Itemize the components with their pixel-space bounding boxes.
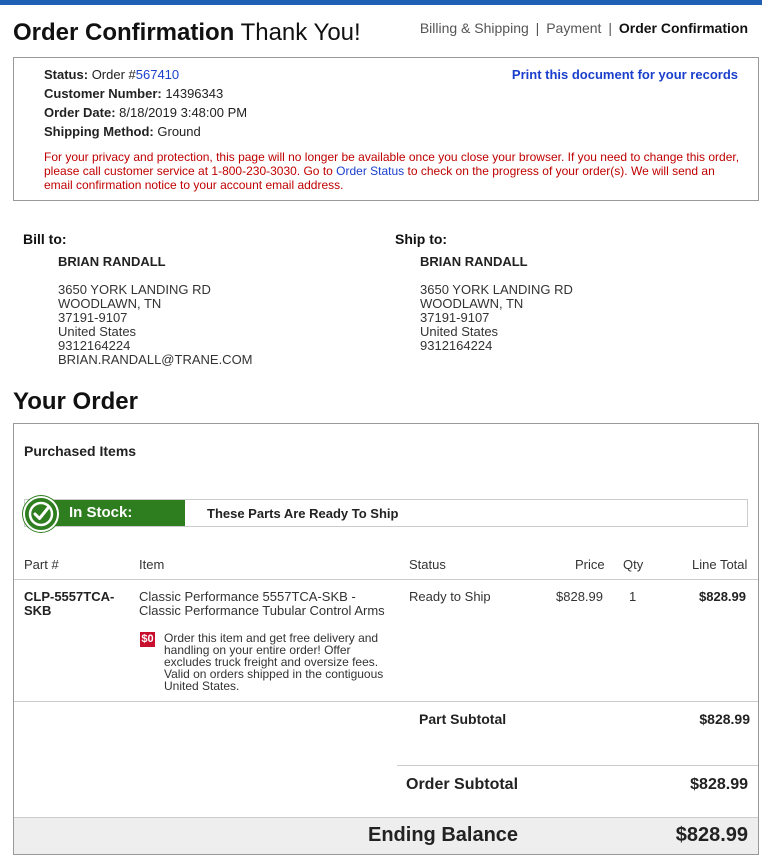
step-separator: | (535, 20, 540, 36)
ending-balance-row: Ending Balance $828.99 (14, 817, 758, 854)
in-stock-label-bg: In Stock: (45, 500, 185, 526)
ship-to-country: United States (420, 324, 499, 339)
col-item: Item (139, 557, 165, 572)
part-number[interactable]: CLP-5557TCA- SKB (24, 590, 114, 618)
item-description[interactable]: Classic Performance 5557TCA-SKB - Classi… (139, 590, 385, 618)
ship-to-phone: 9312164224 (420, 338, 493, 353)
stock-message: These Parts Are Ready To Ship (207, 506, 399, 521)
page-title: Order Confirmation Thank You! (13, 19, 361, 47)
customer-line: Customer Number: 14396343 (44, 86, 223, 101)
ship-to-street: 3650 YORK LANDING RD (420, 282, 573, 297)
page-title-thanks: Thank You! (240, 19, 361, 46)
ending-balance-value: $828.99 (675, 824, 748, 846)
ending-balance-label: Ending Balance (368, 824, 519, 846)
step-order-confirmation: Order Confirmation (618, 20, 748, 36)
part-subtotal-value: $828.99 (699, 711, 750, 727)
shipping-method: Ground (157, 124, 201, 139)
bill-to-zip: 37191-9107 (58, 310, 128, 325)
ship-to-name: BRIAN RANDALL (420, 254, 528, 269)
header-divider (14, 579, 758, 580)
order-prefix: Order # (91, 67, 136, 82)
date-line: Order Date: 8/18/2019 3:48:00 PM (44, 105, 247, 120)
customer-label: Customer Number: (44, 86, 162, 101)
col-line-total: Line Total (692, 557, 748, 572)
ship-to-address: 3650 YORK LANDING RD WOODLAWN, TN 37191-… (420, 283, 573, 353)
bill-to-name: BRIAN RANDALL (58, 254, 166, 269)
promo-text: Order this item and get free delivery an… (164, 631, 384, 693)
privacy-notice: For your privacy and protection, this pa… (44, 150, 744, 192)
item-status: Ready to Ship (409, 589, 491, 604)
bill-to-address: 3650 YORK LANDING RD WOODLAWN, TN 37191-… (58, 283, 253, 367)
status-line: Status: Order #567410 (44, 67, 179, 82)
checkout-steps: Billing & Shipping | Payment | Order Con… (420, 20, 748, 36)
order-date: 8/18/2019 3:48:00 PM (119, 105, 248, 120)
part-number-line1: CLP-5557TCA- (24, 589, 115, 604)
shipping-method-line: Shipping Method: Ground (44, 124, 201, 139)
ship-to-city: WOODLAWN, TN (420, 296, 524, 311)
item-qty: 1 (629, 589, 637, 604)
item-description-line2: Classic Performance Tubular Control Arms (139, 603, 385, 618)
step-billing-shipping[interactable]: Billing & Shipping (420, 20, 529, 36)
order-box: Purchased Items In Stock: These Parts Ar… (13, 423, 759, 855)
ship-to-zip: 37191-9107 (420, 310, 490, 325)
col-price: Price (575, 557, 605, 572)
bill-to-heading: Bill to: (23, 231, 67, 247)
order-subtotal-label: Order Subtotal (406, 776, 519, 793)
subtotal-divider (397, 765, 758, 766)
purchased-items-heading: Purchased Items (24, 443, 137, 459)
bill-to-email: BRIAN.RANDALL@TRANE.COM (58, 352, 253, 367)
step-payment[interactable]: Payment (546, 20, 601, 36)
stock-status-bar: In Stock: These Parts Are Ready To Ship (23, 496, 748, 532)
date-label: Order Date: (44, 105, 116, 120)
print-link[interactable]: Print this document for your records (512, 67, 738, 82)
order-status-link[interactable]: Order Status (336, 164, 404, 178)
item-description-line1: Classic Performance 5557TCA-SKB - (139, 589, 356, 604)
bill-to-street: 3650 YORK LANDING RD (58, 282, 211, 297)
customer-number: 14396343 (165, 86, 224, 101)
your-order-heading: Your Order (13, 388, 138, 415)
ship-to-heading: Ship to: (395, 231, 448, 247)
item-price: $828.99 (556, 589, 603, 604)
order-number-link[interactable]: 567410 (136, 67, 179, 82)
part-number-line2: SKB (24, 603, 52, 618)
free-shipping-icon: $0 (140, 632, 155, 647)
order-subtotal-value: $828.99 (690, 776, 748, 793)
col-qty: Qty (623, 557, 644, 572)
col-status: Status (409, 557, 446, 572)
page-title-bold: Order Confirmation (13, 19, 235, 46)
in-stock-label: In Stock: (69, 504, 133, 521)
shipping-method-label: Shipping Method: (44, 124, 154, 139)
top-accent-bar (0, 0, 762, 5)
row-divider (14, 701, 758, 702)
check-circle-icon (23, 496, 59, 532)
col-part: Part # (24, 557, 59, 572)
item-line-total: $828.99 (699, 589, 746, 604)
bill-to-phone: 9312164224 (58, 338, 131, 353)
part-subtotal-label: Part Subtotal (419, 711, 507, 727)
bill-to-country: United States (58, 324, 137, 339)
status-label: Status: (44, 67, 89, 82)
bill-to-city: WOODLAWN, TN (58, 296, 162, 311)
order-info-box: Status: Order #567410 Customer Number: 1… (13, 57, 759, 201)
step-separator: | (608, 20, 612, 36)
